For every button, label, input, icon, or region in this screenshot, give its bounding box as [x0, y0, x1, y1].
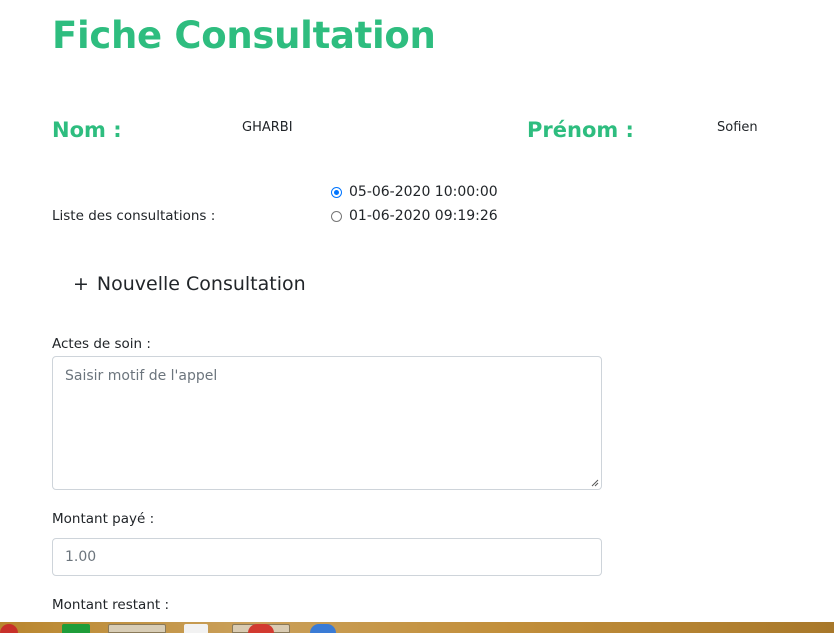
actes-textarea[interactable]: Saisir motif de l'appel	[52, 356, 602, 490]
taskbar	[0, 622, 834, 633]
nom-label: Nom :	[52, 118, 122, 142]
resize-grip-icon[interactable]	[591, 479, 599, 487]
nom-value: GHARBI	[242, 120, 293, 135]
consultation-option-2[interactable]: 01-06-2020 09:19:26	[331, 208, 498, 224]
plus-icon: +	[73, 273, 89, 295]
taskbar-app-icon[interactable]	[108, 624, 166, 633]
taskbar-app-icon[interactable]	[62, 624, 90, 633]
taskbar-app-icon[interactable]	[310, 624, 336, 633]
montant-paye-label: Montant payé :	[52, 511, 155, 527]
consultations-label: Liste des consultations :	[52, 208, 216, 224]
actes-placeholder: Saisir motif de l'appel	[65, 368, 218, 384]
prenom-value: Sofien	[717, 120, 758, 135]
consultation-option-label: 05-06-2020 10:00:00	[349, 184, 498, 200]
prenom-label: Prénom :	[527, 118, 634, 142]
page-title: Fiche Consultation	[52, 14, 436, 57]
montant-paye-value: 1.00	[65, 549, 97, 565]
taskbar-app-icon[interactable]	[184, 624, 208, 633]
taskbar-app-icon[interactable]	[248, 624, 274, 633]
montant-paye-input[interactable]: 1.00	[52, 538, 602, 576]
consultation-option-1[interactable]: 05-06-2020 10:00:00	[331, 184, 498, 200]
consultation-option-label: 01-06-2020 09:19:26	[349, 208, 498, 224]
taskbar-app-icon[interactable]	[0, 624, 18, 633]
new-consultation-label: Nouvelle Consultation	[96, 273, 306, 295]
actes-label: Actes de soin :	[52, 336, 151, 352]
radio-unchecked-icon[interactable]	[331, 210, 342, 222]
montant-restant-label: Montant restant :	[52, 597, 170, 613]
new-consultation-button[interactable]: + Nouvelle Consultation	[73, 273, 306, 295]
radio-checked-icon[interactable]	[331, 186, 342, 198]
